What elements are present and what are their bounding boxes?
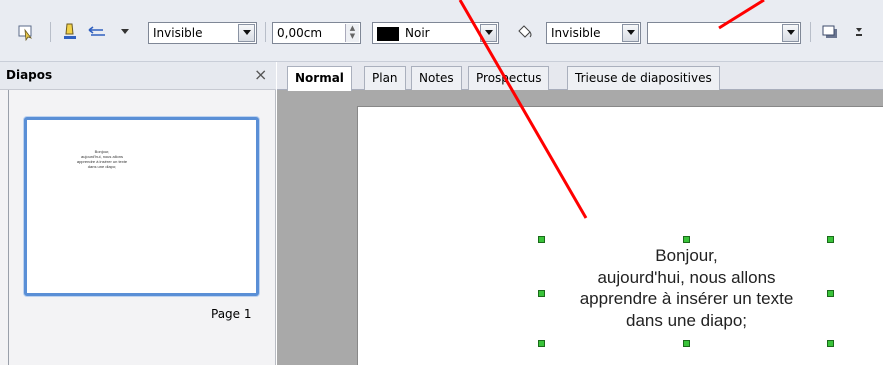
- area-style-value: Invisible: [551, 26, 601, 40]
- tab-prospectus[interactable]: Prospectus: [468, 66, 550, 90]
- chevron-down-icon[interactable]: [238, 24, 255, 42]
- shadow-icon[interactable]: [818, 20, 842, 44]
- line-width-spinner[interactable]: ▲ ▼: [345, 24, 359, 42]
- tab-notes[interactable]: Notes: [411, 66, 462, 90]
- slide-text-line: Bonjour,: [655, 246, 718, 265]
- line-width-value: 0,00cm: [277, 26, 323, 40]
- toolbar-separator: [810, 22, 811, 42]
- slide-text-box[interactable]: Bonjour, aujourd'hui, nous allons appren…: [544, 245, 829, 331]
- chevron-down-icon[interactable]: [480, 24, 497, 42]
- resize-handle[interactable]: [827, 236, 834, 243]
- resize-handle[interactable]: [538, 236, 545, 243]
- thumbnail-text: Bonjour, aujourd'hui, nous allons appren…: [76, 149, 128, 169]
- chevron-down-icon[interactable]: [118, 20, 132, 44]
- resize-handle[interactable]: [827, 340, 834, 347]
- slide-thumbnail[interactable]: Bonjour, aujourd'hui, nous allons appren…: [24, 117, 259, 296]
- chevron-down-icon[interactable]: [782, 24, 799, 42]
- resize-handle[interactable]: [827, 290, 834, 297]
- pane-divider: [8, 90, 9, 365]
- line-style-value: Invisible: [153, 26, 203, 40]
- line-color-swatch: [377, 26, 399, 41]
- toolbar-overflow-icon[interactable]: [852, 20, 866, 44]
- line-style-icon[interactable]: [58, 20, 82, 44]
- line-width-field[interactable]: 0,00cm ▲ ▼: [272, 22, 361, 44]
- close-icon[interactable]: ×: [254, 66, 267, 84]
- area-fill-select[interactable]: [647, 22, 801, 44]
- slide-text-line: aujourd'hui, nous allons: [597, 267, 776, 287]
- slides-pane-header: Diapos ×: [0, 62, 276, 90]
- tab-normal[interactable]: Normal: [287, 66, 352, 91]
- slide-text-line: apprendre à insérer un texte: [579, 289, 794, 308]
- resize-handle[interactable]: [538, 340, 545, 347]
- tab-plan[interactable]: Plan: [364, 66, 406, 90]
- resize-handle[interactable]: [683, 236, 690, 243]
- resize-handle[interactable]: [538, 290, 545, 297]
- toolbar-separator: [265, 22, 266, 42]
- view-tabs: Normal Plan Notes Prospectus Trieuse de …: [277, 62, 883, 91]
- line-style-select[interactable]: Invisible: [148, 22, 257, 44]
- tab-trieuse[interactable]: Trieuse de diapositives: [567, 66, 720, 90]
- chevron-down-icon[interactable]: [622, 24, 639, 42]
- slides-pane-title: Diapos: [6, 68, 53, 82]
- line-color-select[interactable]: Noir: [372, 22, 499, 44]
- area-style-select[interactable]: Invisible: [546, 22, 641, 44]
- line-and-filling-toolbar: Invisible 0,00cm ▲ ▼ Noir Invisible: [0, 0, 883, 62]
- slides-pane: Diapos × Bonjour, aujourd'hui, nous allo…: [0, 62, 276, 365]
- slide-page-label: Page 1: [211, 307, 252, 321]
- line-color-value: Noir: [405, 26, 430, 40]
- toolbar-separator: [50, 22, 51, 42]
- paint-bucket-icon[interactable]: [512, 20, 536, 44]
- arrow-style-icon[interactable]: [86, 20, 110, 44]
- resize-handle[interactable]: [683, 340, 690, 347]
- select-tool-icon[interactable]: [14, 20, 38, 44]
- slide-text-line: dans une diapo;: [626, 310, 747, 330]
